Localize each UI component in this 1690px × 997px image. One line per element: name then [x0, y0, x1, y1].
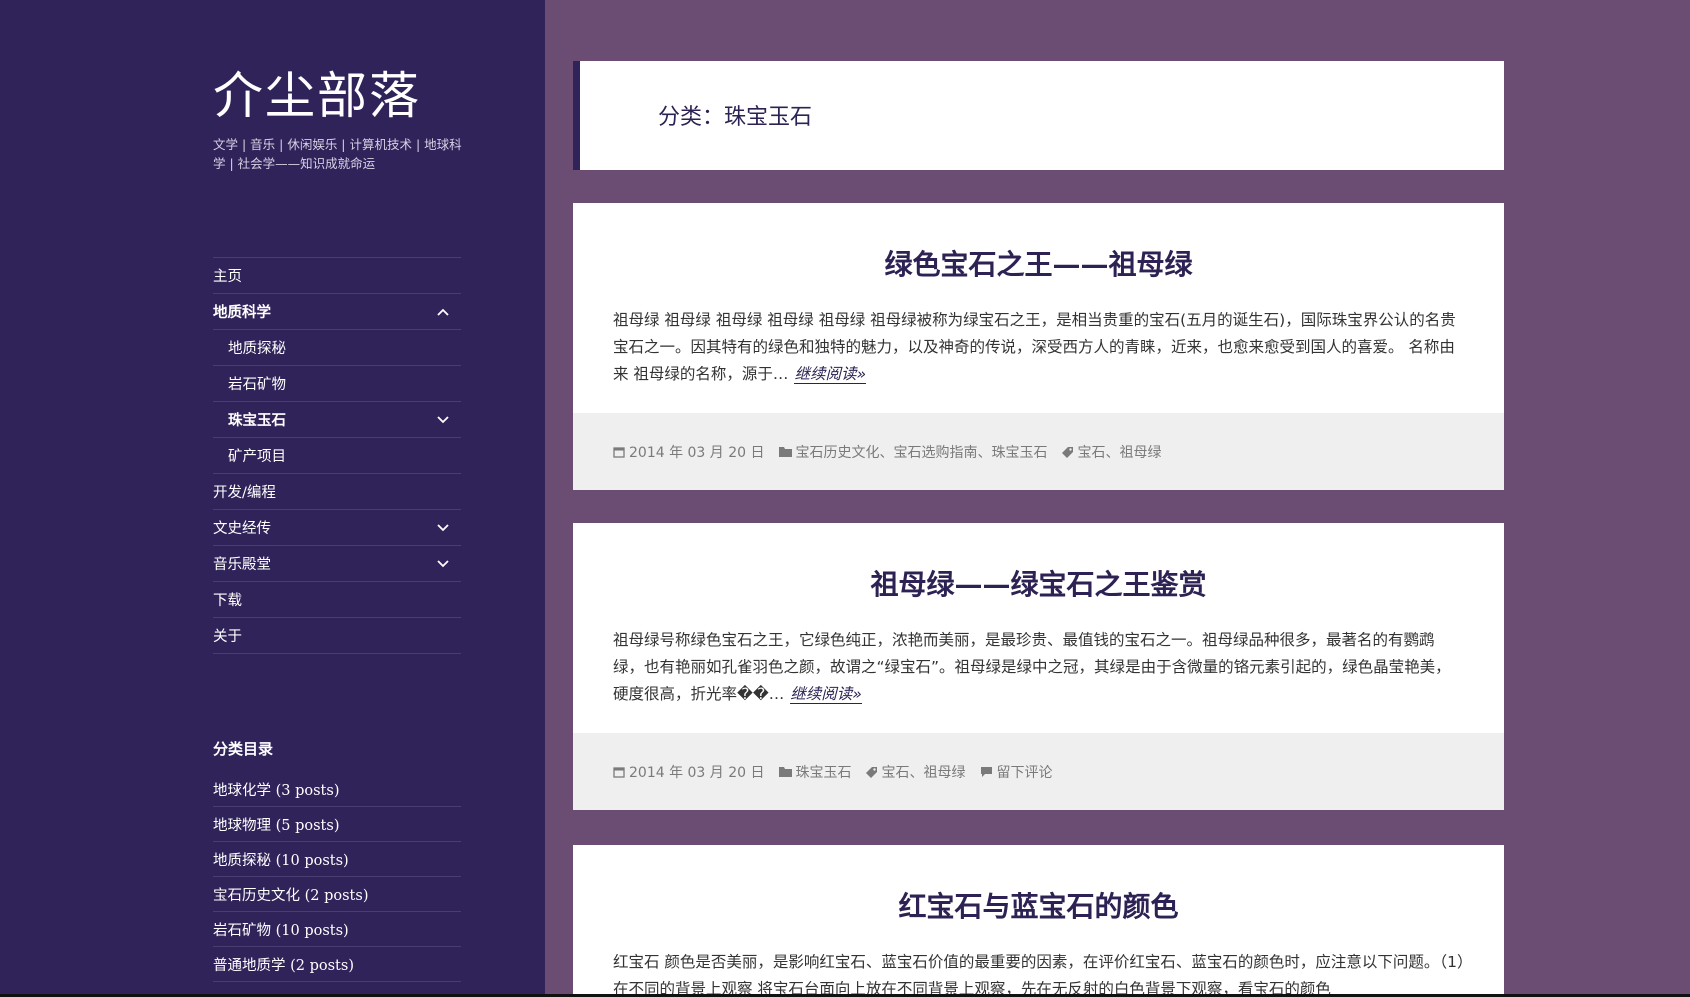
chevron-down-icon[interactable] [435, 412, 451, 428]
nav-item-label: 地质科学 [213, 305, 271, 321]
nav-item-label: 下载 [213, 593, 242, 609]
nav-item-download[interactable]: 下载 [213, 582, 461, 618]
comment-icon [980, 766, 993, 778]
post-tags: 宝石、祖母绿 [865, 762, 966, 782]
post-categories-links[interactable]: 珠宝玉石 [796, 762, 852, 782]
nav-item-label: 关于 [213, 629, 242, 645]
article-title[interactable]: 祖母绿——绿宝石之王鉴赏 [573, 563, 1504, 603]
calendar-icon [613, 766, 625, 778]
category-link[interactable]: 岩石矿物 (10 posts) [213, 912, 461, 947]
category-link[interactable]: 地球化学 (3 posts) [213, 772, 461, 807]
site-title[interactable]: 介尘部落 [213, 64, 421, 128]
chevron-down-icon[interactable] [435, 556, 451, 572]
category-link[interactable]: 地球物理 (5 posts) [213, 807, 461, 842]
post-categories: 宝石历史文化、宝石选购指南、珠宝玉石 [778, 442, 1048, 462]
article-title[interactable]: 红宝石与蓝宝石的颜色 [573, 885, 1504, 925]
main-navigation: 主页 地质科学 地质探秘 岩石矿物 珠宝玉石 矿产项目 开发/编程 文史经传 音… [213, 257, 461, 654]
post-categories: 珠宝玉石 [778, 762, 852, 782]
article-card: 祖母绿——绿宝石之王鉴赏 祖母绿号称绿色宝石之王，它绿色纯正，浓艳而美丽，是最珍… [573, 523, 1504, 810]
folder-icon [778, 766, 792, 777]
nav-item-literature[interactable]: 文史经传 [213, 510, 461, 546]
nav-item-gems-jade[interactable]: 珠宝玉石 [213, 402, 461, 438]
nav-item-geology[interactable]: 地质科学 [213, 294, 461, 330]
nav-item-rocks-minerals[interactable]: 岩石矿物 [213, 366, 461, 402]
category-link[interactable]: 普通地质学 (2 posts) [213, 947, 461, 982]
site-description: 文学 | 音乐 | 休闲娱乐 | 计算机技术 | 地球科学 | 社会学——知识成… [213, 137, 462, 171]
chevron-up-icon[interactable] [435, 304, 451, 320]
post-date: 2014 年 03 月 20 日 [613, 762, 765, 782]
continue-reading-link[interactable]: 继续阅读» [790, 685, 862, 704]
excerpt-text: 祖母绿 祖母绿 祖母绿 祖母绿 祖母绿 祖母绿被称为绿宝石之王，是相当贵重的宝石… [613, 311, 1456, 383]
leave-comment-link[interactable]: 留下评论 [997, 762, 1053, 782]
nav-item-music[interactable]: 音乐殿堂 [213, 546, 461, 582]
archive-header: 分类：珠宝玉石 [573, 61, 1504, 170]
nav-item-label: 岩石矿物 [228, 377, 286, 393]
continue-reading-link[interactable]: 继续阅读» [794, 365, 867, 384]
article-footer: 2014 年 03 月 20 日 珠宝玉石 宝石、祖母绿 留下评论 [573, 733, 1504, 810]
nav-item-label: 开发/编程 [213, 485, 276, 501]
calendar-icon [613, 446, 625, 458]
chevron-down-icon[interactable] [435, 520, 451, 536]
post-date-link[interactable]: 2014 年 03 月 20 日 [629, 442, 765, 462]
post-date-link[interactable]: 2014 年 03 月 20 日 [629, 762, 765, 782]
post-comments: 留下评论 [980, 762, 1053, 782]
article-excerpt: 祖母绿 祖母绿 祖母绿 祖母绿 祖母绿 祖母绿被称为绿宝石之王，是相当贵重的宝石… [613, 307, 1465, 388]
article-excerpt: 红宝石 颜色是否美丽，是影响红宝石、蓝宝石价值的最重要的因素，在评价红宝石、蓝宝… [613, 953, 1465, 997]
category-link[interactable]: 地质探秘 (10 posts) [213, 842, 461, 877]
article-excerpt: 祖母绿号称绿色宝石之王，它绿色纯正，浓艳而美丽，是最珍贵、最值钱的宝石之一。祖母… [613, 627, 1465, 708]
folder-icon [778, 446, 792, 457]
nav-item-mineral-projects[interactable]: 矿产项目 [213, 438, 461, 474]
post-tags: 宝石、祖母绿 [1061, 442, 1162, 462]
post-date: 2014 年 03 月 20 日 [613, 442, 765, 462]
nav-item-dev[interactable]: 开发/编程 [213, 474, 461, 510]
post-tags-links[interactable]: 宝石、祖母绿 [882, 762, 966, 782]
post-tags-links[interactable]: 宝石、祖母绿 [1078, 442, 1162, 462]
nav-item-label: 珠宝玉石 [228, 413, 286, 429]
article-card: 红宝石与蓝宝石的颜色 红宝石 颜色是否美丽，是影响红宝石、蓝宝石价值的最重要的因… [573, 845, 1504, 997]
category-link[interactable]: 宝石历史文化 (2 posts) [213, 877, 461, 912]
nav-item-label: 文史经传 [213, 521, 271, 537]
post-categories-links[interactable]: 宝石历史文化、宝石选购指南、珠宝玉石 [796, 442, 1048, 462]
nav-item-label: 主页 [213, 269, 242, 285]
article-card: 绿色宝石之王——祖母绿 祖母绿 祖母绿 祖母绿 祖母绿 祖母绿 祖母绿被称为绿宝… [573, 203, 1504, 490]
archive-title: 分类：珠宝玉石 [658, 105, 813, 130]
nav-item-geology-explore[interactable]: 地质探秘 [213, 330, 461, 366]
nav-item-about[interactable]: 关于 [213, 618, 461, 654]
excerpt-text: 祖母绿号称绿色宝石之王，它绿色纯正，浓艳而美丽，是最珍贵、最值钱的宝石之一。祖母… [613, 631, 1451, 703]
nav-item-label: 矿产项目 [228, 449, 286, 465]
article-footer: 2014 年 03 月 20 日 宝石历史文化、宝石选购指南、珠宝玉石 宝石、祖… [573, 413, 1504, 490]
nav-item-label: 音乐殿堂 [213, 557, 271, 573]
tag-icon [865, 766, 878, 778]
categories-widget-title: 分类目录 [213, 740, 274, 758]
article-title[interactable]: 绿色宝石之王——祖母绿 [573, 243, 1504, 283]
categories-list: 地球化学 (3 posts) 地球物理 (5 posts) 地质探秘 (10 p… [213, 772, 461, 982]
tag-icon [1061, 446, 1074, 458]
nav-item-label: 地质探秘 [228, 341, 286, 357]
sidebar: 介尘部落 文学 | 音乐 | 休闲娱乐 | 计算机技术 | 地球科学 | 社会学… [0, 0, 545, 997]
nav-item-home[interactable]: 主页 [213, 258, 461, 294]
